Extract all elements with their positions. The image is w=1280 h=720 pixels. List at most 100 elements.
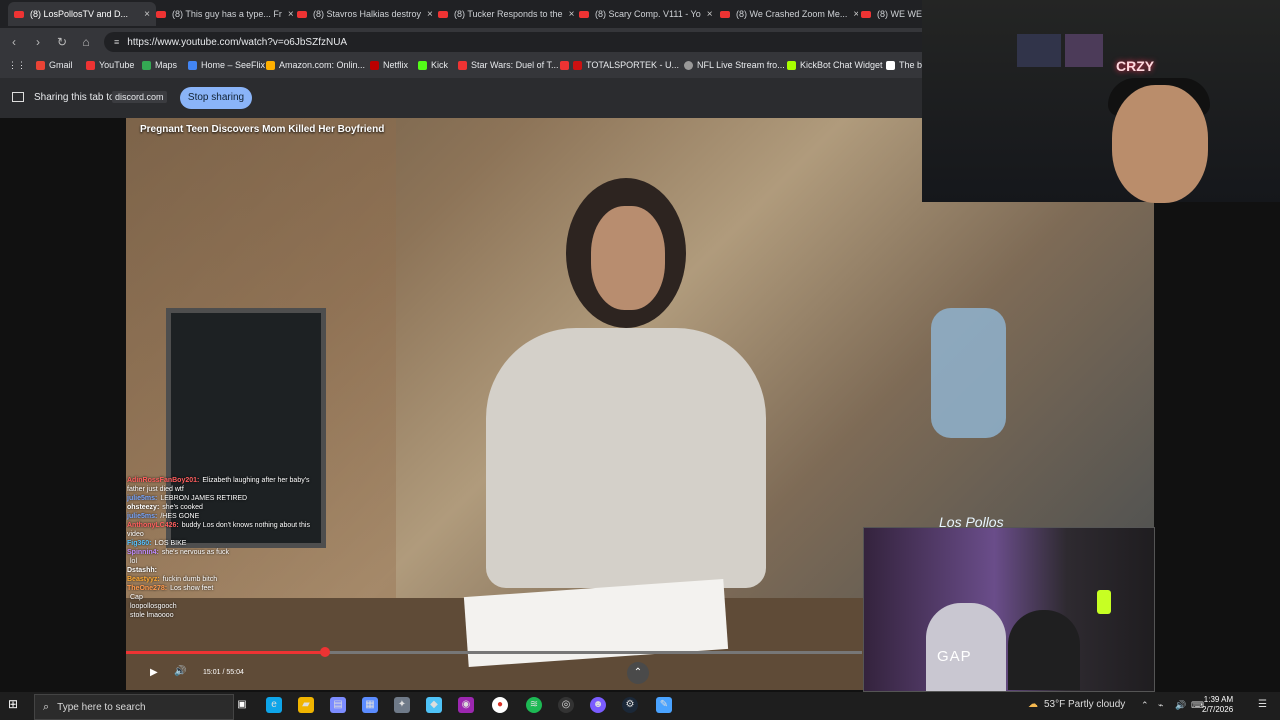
tab-3[interactable]: (8) Stavros Halkias destroy × [291,2,435,26]
tab-label: (8) Scary Comp. V111 - Yo [595,9,701,19]
video-time: 15:01 / 55:04 [203,669,244,676]
tab-4[interactable]: (8) Tucker Responds to the × [432,2,576,26]
weather-icon: ☁ [1028,699,1038,710]
youtube-icon [86,60,95,70]
youtube-icon [861,10,871,18]
gap-logo: GAP [937,648,972,665]
tab-5[interactable]: (8) Scary Comp. V111 - Yo × [573,2,717,26]
app-icon[interactable]: ◉ [458,697,474,713]
streamer-face-image [1112,85,1208,203]
bookmark-kickbot[interactable]: KickBot Chat Widget [787,60,883,70]
chat-message: loopollosgooch [130,603,177,610]
youtube-icon [720,10,730,18]
sharing-label: Sharing this tab to [34,92,115,103]
chat-message: ohsteezy: she's cooked [127,504,203,511]
chat-message: julie5ms:/HES GONE [127,513,200,520]
person-image [1008,610,1080,690]
bookmark-seeflix[interactable]: Home – SeeFlix [188,60,265,70]
app-icon[interactable]: ◆ [426,697,442,713]
ts-icon [573,60,582,70]
chat-message: Spinnin4: she's nervous as fuck [127,549,229,556]
bookmark-label: Maps [155,60,178,70]
app-icon[interactable]: ✎ [656,697,672,713]
spotify-icon[interactable]: ≋ [526,697,542,713]
chat-message: TheOne278: Los show feet [127,585,214,592]
bookmark-label: KickBot Chat Widget [800,60,883,70]
app-icon[interactable]: ✦ [394,697,410,713]
chat-message: AdinRossFanBoy201: Elizabeth laughing aft… [127,477,310,493]
windows-start-icon[interactable]: ⊞ [8,697,18,711]
volume-icon[interactable]: 🔊 [174,666,186,677]
tab-6[interactable]: (8) We Crashed Zoom Me... × [714,2,858,26]
bookmark-youtube[interactable]: YouTube [86,60,134,70]
weather-widget[interactable]: ☁ 53°F Partly cloudy [1028,699,1125,710]
tab-label: (8) We Crashed Zoom Me... [736,9,848,19]
poster-image [1065,34,1103,67]
chat-message: lol [130,558,138,565]
url-text: https://www.youtube.com/watch?v=o6JbSZfz… [127,36,348,48]
tab-1[interactable]: (8) LosPollosTV and D... × [8,2,156,26]
url-input[interactable]: ≡ https://www.youtube.com/watch?v=o6JbSZ… [104,32,934,52]
apps-icon[interactable]: ⋮⋮ [8,60,26,71]
edge-icon[interactable]: e [266,697,282,713]
bookmark-label: TOTALSPORTEK - U... [586,60,680,70]
clock[interactable]: 1:39 AM 2/7/2026 [1202,695,1233,715]
bookmark-amazon[interactable]: Amazon.com: Onlin... [266,60,365,70]
bookmark-nfl[interactable]: NFL Live Stream fro... [684,60,785,70]
bookmark-label: Amazon.com: Onlin... [279,60,366,70]
bookmark-label: Kick [431,60,449,70]
shirt-image [486,328,766,588]
water-bottle-image [931,308,1006,438]
person-image [926,603,1006,691]
chevron-up-icon[interactable]: ⌃ [627,662,649,684]
close-icon[interactable]: × [707,9,713,20]
discord-icon[interactable]: ☻ [590,697,606,713]
youtube-icon [458,60,467,70]
app-icon[interactable]: ◎ [558,697,574,713]
bookmark-the-be[interactable]: The be [886,60,927,70]
video-controls: ▶ 🔊 15:01 / 55:04 [126,663,862,685]
forward-icon[interactable]: › [30,34,46,50]
youtube-icon [579,10,589,18]
search-icon: ⌕ [43,700,50,713]
poster-image [1017,34,1061,67]
network-icon[interactable]: ⌁ [1158,700,1163,711]
stop-sharing-button[interactable]: Stop sharing [180,87,252,109]
play-icon[interactable]: ▶ [150,667,158,678]
bookmark-gmail[interactable]: Gmail [36,60,73,70]
notifications-icon[interactable]: ☰ [1258,699,1267,710]
bookmark-netflix[interactable]: Netflix [370,60,408,70]
amazon-icon [266,60,275,70]
taskbar-search[interactable]: ⌕ Type here to search [34,694,234,720]
back-icon[interactable]: ‹ [6,34,22,50]
folder-icon[interactable]: ▰ [298,697,314,713]
chat-message: julie5ms: LEBRON JAMES RETIRED [127,495,248,502]
volume-tray-icon[interactable]: 🔊 [1175,700,1186,711]
site-info-icon[interactable]: ≡ [114,37,119,47]
app-icon[interactable]: ▦ [362,697,378,713]
bookmark-totalsportek[interactable]: TOTALSPORTEK - U... [560,60,679,70]
bookmark-maps[interactable]: Maps [142,60,177,70]
steam-icon[interactable]: ⚙ [622,697,638,713]
reload-icon[interactable]: ↻ [54,34,70,50]
video-progress-bar[interactable] [126,647,862,657]
tab-2[interactable]: (8) This guy has a type... Fr × [150,2,294,26]
youtube-icon [14,10,24,18]
search-placeholder: Type here to search [57,701,146,713]
chrome-icon[interactable]: ● [492,697,508,713]
progress-thumb[interactable] [319,647,330,657]
chat-message: Dstashh: [127,567,157,574]
bookmark-star-wars[interactable]: Star Wars: Duel of T... [458,60,559,70]
chat-message: Fig360: LOS BIKE [127,540,187,547]
home-icon[interactable]: ⌂ [78,34,94,50]
bookmark-label: Gmail [49,60,73,70]
tab-label: (8) Stavros Halkias destroy [313,9,422,19]
kickbot-icon [787,60,796,70]
tray-chevron-icon[interactable]: ⌃ [1141,700,1149,711]
bookmark-kick[interactable]: Kick [418,60,448,70]
store-icon[interactable]: ▤ [330,697,346,713]
bookmark-label: NFL Live Stream fro... [697,60,785,70]
youtube-icon [156,10,166,18]
task-view-icon[interactable]: ▣ [234,697,250,713]
clock-time: 1:39 AM [1203,695,1234,704]
